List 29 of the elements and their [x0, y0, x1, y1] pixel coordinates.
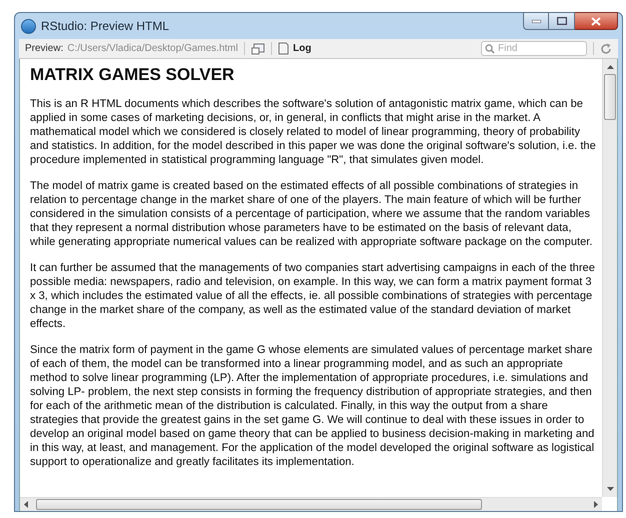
- horizontal-scrollbar[interactable]: [20, 497, 602, 511]
- document-icon: [278, 42, 289, 55]
- maximize-button[interactable]: [549, 12, 575, 30]
- minimize-icon: [532, 20, 540, 22]
- document-heading: MATRIX GAMES SOLVER: [30, 65, 236, 85]
- scroll-thumb[interactable]: [36, 499, 482, 510]
- app-logo-icon: [21, 18, 36, 34]
- log-button[interactable]: Log: [278, 41, 312, 56]
- search-icon: [485, 44, 495, 54]
- file-path: C:/Users/Vladica/Desktop/Games.html: [67, 42, 238, 56]
- scroll-thumb[interactable]: [604, 74, 616, 120]
- window-title: RStudio: Preview HTML: [41, 18, 170, 35]
- vertical-scrollbar[interactable]: [602, 59, 617, 497]
- paragraph: The model of matrix game is created based on the estimated effects of all possible combinations of strategies in relation to percentage change in the market share of one of the players. The main feature of which will be further considered in the simulation consists of a percentage of participation, where we assume that the random variables that they represent a normal distribution whose parameters have to be estimated on the basis of relevant data, while generating appropriate numerical values can be realized with appropriate software package on the computer.: [30, 179, 594, 249]
- maximize-icon: [556, 17, 566, 25]
- refresh-icon[interactable]: [600, 42, 612, 54]
- popout-icon[interactable]: [250, 42, 265, 54]
- right-arrow-icon: [594, 501, 598, 508]
- paragraph: This is an R HTML documents which describes the software's solution of antagonistic matrix game, which can be applied in some cases of marketing decisions, or, in general, in conflicts that might arise in the market. A mathematical model which we considered is closely related to model of linear programming, theory of probability and statistics. In addition, for the model described in this paper we was done the original software's solution, i.e. the procedure implemented in statistical programming language "R", that simulates given model.: [30, 97, 596, 167]
- paragraph: It can further be assumed that the managements of two companies start advertising campaigns in each of the three possible media: newspapers, radio and television, on example. In this way, we can form a matrix payment format 3 x 3, which includes the estimated value of all the effects, ie. all possible combinations of strategies with percentage change in the market share of the company, as well as the estimated value of the standard deviation of market effects.: [30, 261, 596, 331]
- up-arrow-icon: [606, 65, 614, 69]
- close-button[interactable]: [575, 12, 618, 30]
- down-arrow-icon: [606, 487, 614, 491]
- paragraph: Since the matrix form of payment in the game G whose elements are simulated values of percentage market share of each of them, the model can be transformed into a linear programming model, and as such an appropriate method to solve linear programming (LP). After the implementation of appropriate procedures, i.e. simulations and solving LP- problem, the next step consists in forming the frequency distribution of appropriate strategies, and then for each of the arithmetic mean of the distribution is calculated. Finally, in this way the output from a share strategies that provide the greatest gains in the set game G. We will continue to deal with these issues in order to develop an original model based on game theory that can be applied to business decision-making in marketing and in this way, at least, and management. For the application of the model developed the original software as logistical support to operationalize and greatly facilitates its implementation.: [30, 343, 596, 469]
- left-arrow-icon: [24, 501, 28, 508]
- minimize-button[interactable]: [523, 12, 549, 30]
- preview-label: Preview:: [25, 42, 64, 56]
- find-field[interactable]: Find: [481, 41, 587, 56]
- close-icon: [591, 16, 601, 26]
